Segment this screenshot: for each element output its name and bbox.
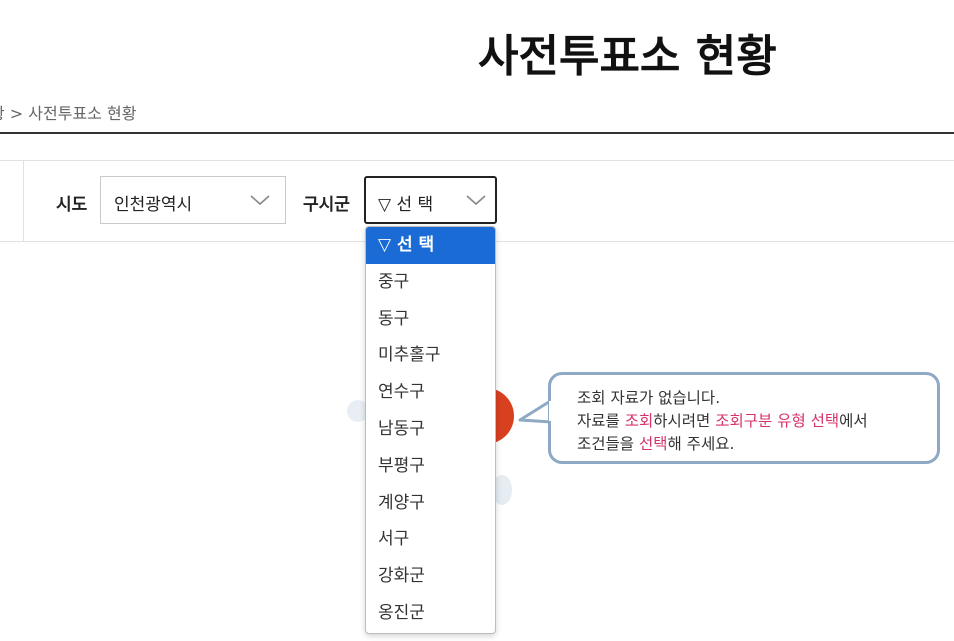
no-data-message: 조회 자료가 없습니다. 자료를 조회하시려면 조회구분 유형 선택에서 조건들… — [548, 372, 940, 464]
chevron-down-icon — [250, 195, 270, 206]
message-line-3: 조건들을 선택해 주세요. — [577, 435, 735, 453]
dropdown-option[interactable]: 서구 — [366, 521, 495, 558]
dropdown-option[interactable]: ▽ 선 택 — [366, 227, 495, 264]
dropdown-option[interactable]: 연수구 — [366, 374, 495, 411]
dropdown-option[interactable]: 옹진군 — [366, 595, 495, 632]
chevron-down-icon — [466, 195, 486, 206]
sigungu-label: 구시군 — [303, 195, 350, 215]
title-divider — [0, 132, 954, 134]
dropdown-option[interactable]: 부평구 — [366, 448, 495, 485]
bubble-seam — [549, 401, 555, 421]
sigungu-select-value: ▽ 선 택 — [378, 195, 434, 215]
message-line-1: 조회 자료가 없습니다. — [577, 389, 721, 407]
dropdown-option[interactable]: 중구 — [366, 264, 495, 301]
sigungu-select[interactable]: ▽ 선 택 — [364, 176, 497, 224]
dropdown-option[interactable]: 강화군 — [366, 558, 495, 595]
sido-select-value: 인천광역시 — [114, 195, 193, 215]
dropdown-option[interactable]: 미추홀구 — [366, 337, 495, 374]
sido-select[interactable]: 인천광역시 — [100, 176, 286, 224]
message-line-2: 자료를 조회하시려면 조회구분 유형 선택에서 — [577, 412, 868, 430]
page-title: 사전투표소 현황 — [478, 31, 777, 82]
dropdown-option[interactable]: 계양구 — [366, 485, 495, 522]
dropdown-option[interactable]: 동구 — [366, 301, 495, 338]
breadcrumb: 황 > 사전투표소 현황 — [0, 104, 137, 123]
dropdown-option[interactable]: 남동구 — [366, 411, 495, 448]
sigungu-dropdown-list[interactable]: ▽ 선 택 중구 동구 미추홀구 연수구 남동구 부평구 계양구 서구 강화군 … — [365, 226, 496, 634]
filter-divider — [23, 161, 24, 241]
sido-label: 시도 — [56, 195, 88, 215]
